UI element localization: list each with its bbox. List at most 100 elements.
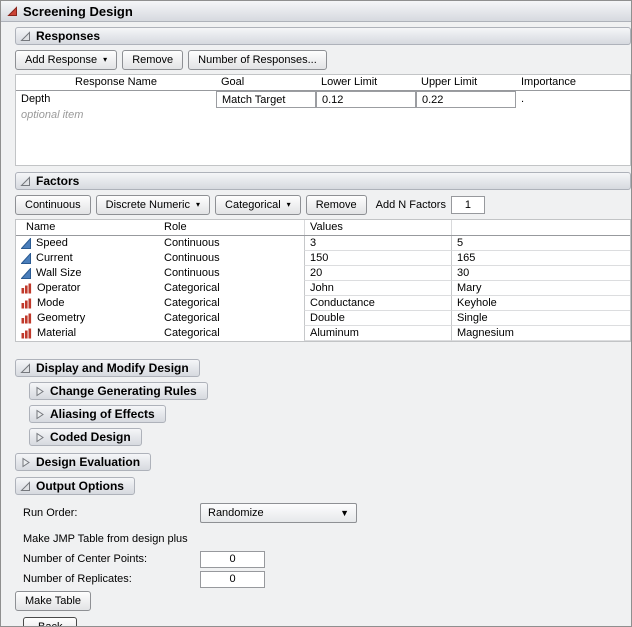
factor-value-cell[interactable]: 150 xyxy=(304,251,451,266)
disclosure-open-icon[interactable] xyxy=(19,30,31,42)
center-points-label: Number of Center Points: xyxy=(23,553,200,565)
continuous-icon xyxy=(21,253,31,264)
factor-value-cell[interactable]: Keyhole xyxy=(451,296,630,311)
response-goal-cell[interactable]: Match Target xyxy=(216,91,316,108)
make-jmp-table-label: Make JMP Table from design plus xyxy=(23,533,188,545)
factor-name-cell[interactable]: Geometry xyxy=(16,311,159,326)
categorical-button[interactable]: Categorical ▾ xyxy=(215,195,301,215)
change-generating-rules-header[interactable]: Change Generating Rules xyxy=(29,382,208,400)
dropdown-arrow-icon: ▾ xyxy=(103,56,107,64)
screening-design-window: Screening Design Responses Add Response … xyxy=(0,0,632,627)
remove-response-button[interactable]: Remove xyxy=(122,50,183,70)
disclosure-open-icon[interactable] xyxy=(19,175,31,187)
factor-name-cell[interactable]: Operator xyxy=(16,281,159,296)
factor-name-cell[interactable]: Current xyxy=(16,251,159,266)
factor-value-cell[interactable]: 165 xyxy=(451,251,630,266)
factors-table: Name Role Values Speed Continuous 3 5 Cu… xyxy=(15,219,631,342)
responses-header[interactable]: Responses xyxy=(15,27,631,45)
disclosure-closed-icon[interactable] xyxy=(33,408,45,420)
disclosure-closed-icon[interactable] xyxy=(33,385,45,397)
factor-name-cell[interactable]: Speed xyxy=(16,236,159,251)
discrete-numeric-button[interactable]: Discrete Numeric ▾ xyxy=(96,195,210,215)
factor-value-cell[interactable]: 20 xyxy=(304,266,451,281)
continuous-icon xyxy=(21,238,31,249)
dropdown-arrow-icon: ▾ xyxy=(196,201,200,209)
add-n-factors-input[interactable] xyxy=(451,196,485,214)
factor-value-cell[interactable]: Mary xyxy=(451,281,630,296)
factor-row: Current Continuous 150 165 xyxy=(16,251,630,266)
factor-name-cell[interactable]: Material xyxy=(16,326,159,341)
factor-value-cell[interactable]: 3 xyxy=(304,236,451,251)
response-name-cell[interactable]: Depth xyxy=(16,91,216,108)
response-importance-cell[interactable]: . xyxy=(516,91,630,108)
disclosure-open-icon[interactable] xyxy=(19,480,31,492)
factor-value-cell[interactable]: Conductance xyxy=(304,296,451,311)
factor-value-cell[interactable]: Double xyxy=(304,311,451,326)
number-of-responses-button[interactable]: Number of Responses... xyxy=(188,50,327,70)
coded-design-header[interactable]: Coded Design xyxy=(29,428,142,446)
screening-design-header[interactable]: Screening Design xyxy=(1,1,631,22)
factor-value-cell[interactable]: 30 xyxy=(451,266,630,281)
responses-table-header: Response Name Goal Lower Limit Upper Lim… xyxy=(16,75,630,91)
run-order-label: Run Order: xyxy=(23,507,200,519)
design-evaluation-header[interactable]: Design Evaluation xyxy=(15,453,151,471)
column-upper-limit: Upper Limit xyxy=(416,75,516,90)
responses-title: Responses xyxy=(36,29,100,43)
optional-item[interactable]: optional item xyxy=(16,108,216,123)
factor-value-cell[interactable]: John xyxy=(304,281,451,296)
continuous-icon xyxy=(21,268,31,279)
replicates-input[interactable] xyxy=(200,571,265,588)
aliasing-of-effects-header[interactable]: Aliasing of Effects xyxy=(29,405,166,423)
factor-value-cell[interactable]: 5 xyxy=(451,236,630,251)
factor-role-cell: Categorical xyxy=(159,311,304,326)
back-button[interactable]: Back xyxy=(23,617,77,627)
disclosure-open-icon[interactable] xyxy=(19,362,31,374)
factors-table-header: Name Role Values xyxy=(16,220,630,236)
disclosure-open-icon[interactable] xyxy=(6,5,18,17)
center-points-input[interactable] xyxy=(200,551,265,568)
factor-row: Mode Categorical Conductance Keyhole xyxy=(16,296,630,311)
column-values: Values xyxy=(304,220,451,235)
make-table-button[interactable]: Make Table xyxy=(15,591,91,611)
remove-factor-button[interactable]: Remove xyxy=(306,195,367,215)
run-order-dropdown[interactable]: Randomize ▼ xyxy=(200,503,357,523)
factor-row: Speed Continuous 3 5 xyxy=(16,236,630,251)
categorical-icon xyxy=(21,298,32,309)
factors-title: Factors xyxy=(36,174,79,188)
response-upper-limit-cell[interactable]: 0.22 xyxy=(416,91,516,108)
output-options-header[interactable]: Output Options xyxy=(15,477,135,495)
response-lower-limit-cell[interactable]: 0.12 xyxy=(316,91,416,108)
factor-role-cell: Continuous xyxy=(159,236,304,251)
factor-value-cell[interactable]: Magnesium xyxy=(451,326,630,341)
factor-row: Material Categorical Aluminum Magnesium xyxy=(16,326,630,341)
categorical-icon xyxy=(21,313,32,324)
replicates-label: Number of Replicates: xyxy=(23,573,200,585)
factor-name-cell[interactable]: Wall Size xyxy=(16,266,159,281)
responses-table-empty-area xyxy=(16,123,630,165)
factor-role-cell: Continuous xyxy=(159,251,304,266)
add-response-button[interactable]: Add Response ▾ xyxy=(15,50,117,70)
categorical-icon xyxy=(21,328,32,339)
column-importance: Importance xyxy=(516,75,630,90)
factor-role-cell: Continuous xyxy=(159,266,304,281)
factor-name-cell[interactable]: Mode xyxy=(16,296,159,311)
factor-value-cell[interactable]: Aluminum xyxy=(304,326,451,341)
responses-table: Response Name Goal Lower Limit Upper Lim… xyxy=(15,74,631,166)
combo-arrow-icon: ▼ xyxy=(340,509,349,518)
factor-role-cell: Categorical xyxy=(159,281,304,296)
factor-role-cell: Categorical xyxy=(159,296,304,311)
column-lower-limit: Lower Limit xyxy=(316,75,416,90)
optional-item-row: optional item xyxy=(16,108,630,123)
column-role: Role xyxy=(159,220,304,235)
page-title: Screening Design xyxy=(23,4,133,19)
continuous-button[interactable]: Continuous xyxy=(15,195,91,215)
disclosure-closed-icon[interactable] xyxy=(33,431,45,443)
display-and-modify-design-header[interactable]: Display and Modify Design xyxy=(15,359,200,377)
factor-role-cell: Categorical xyxy=(159,326,304,341)
factor-value-cell[interactable]: Single xyxy=(451,311,630,326)
factor-row: Operator Categorical John Mary xyxy=(16,281,630,296)
factors-header[interactable]: Factors xyxy=(15,172,631,190)
disclosure-closed-icon[interactable] xyxy=(19,456,31,468)
run-order-value: Randomize xyxy=(208,507,264,519)
add-n-factors-label: Add N Factors xyxy=(376,199,446,211)
